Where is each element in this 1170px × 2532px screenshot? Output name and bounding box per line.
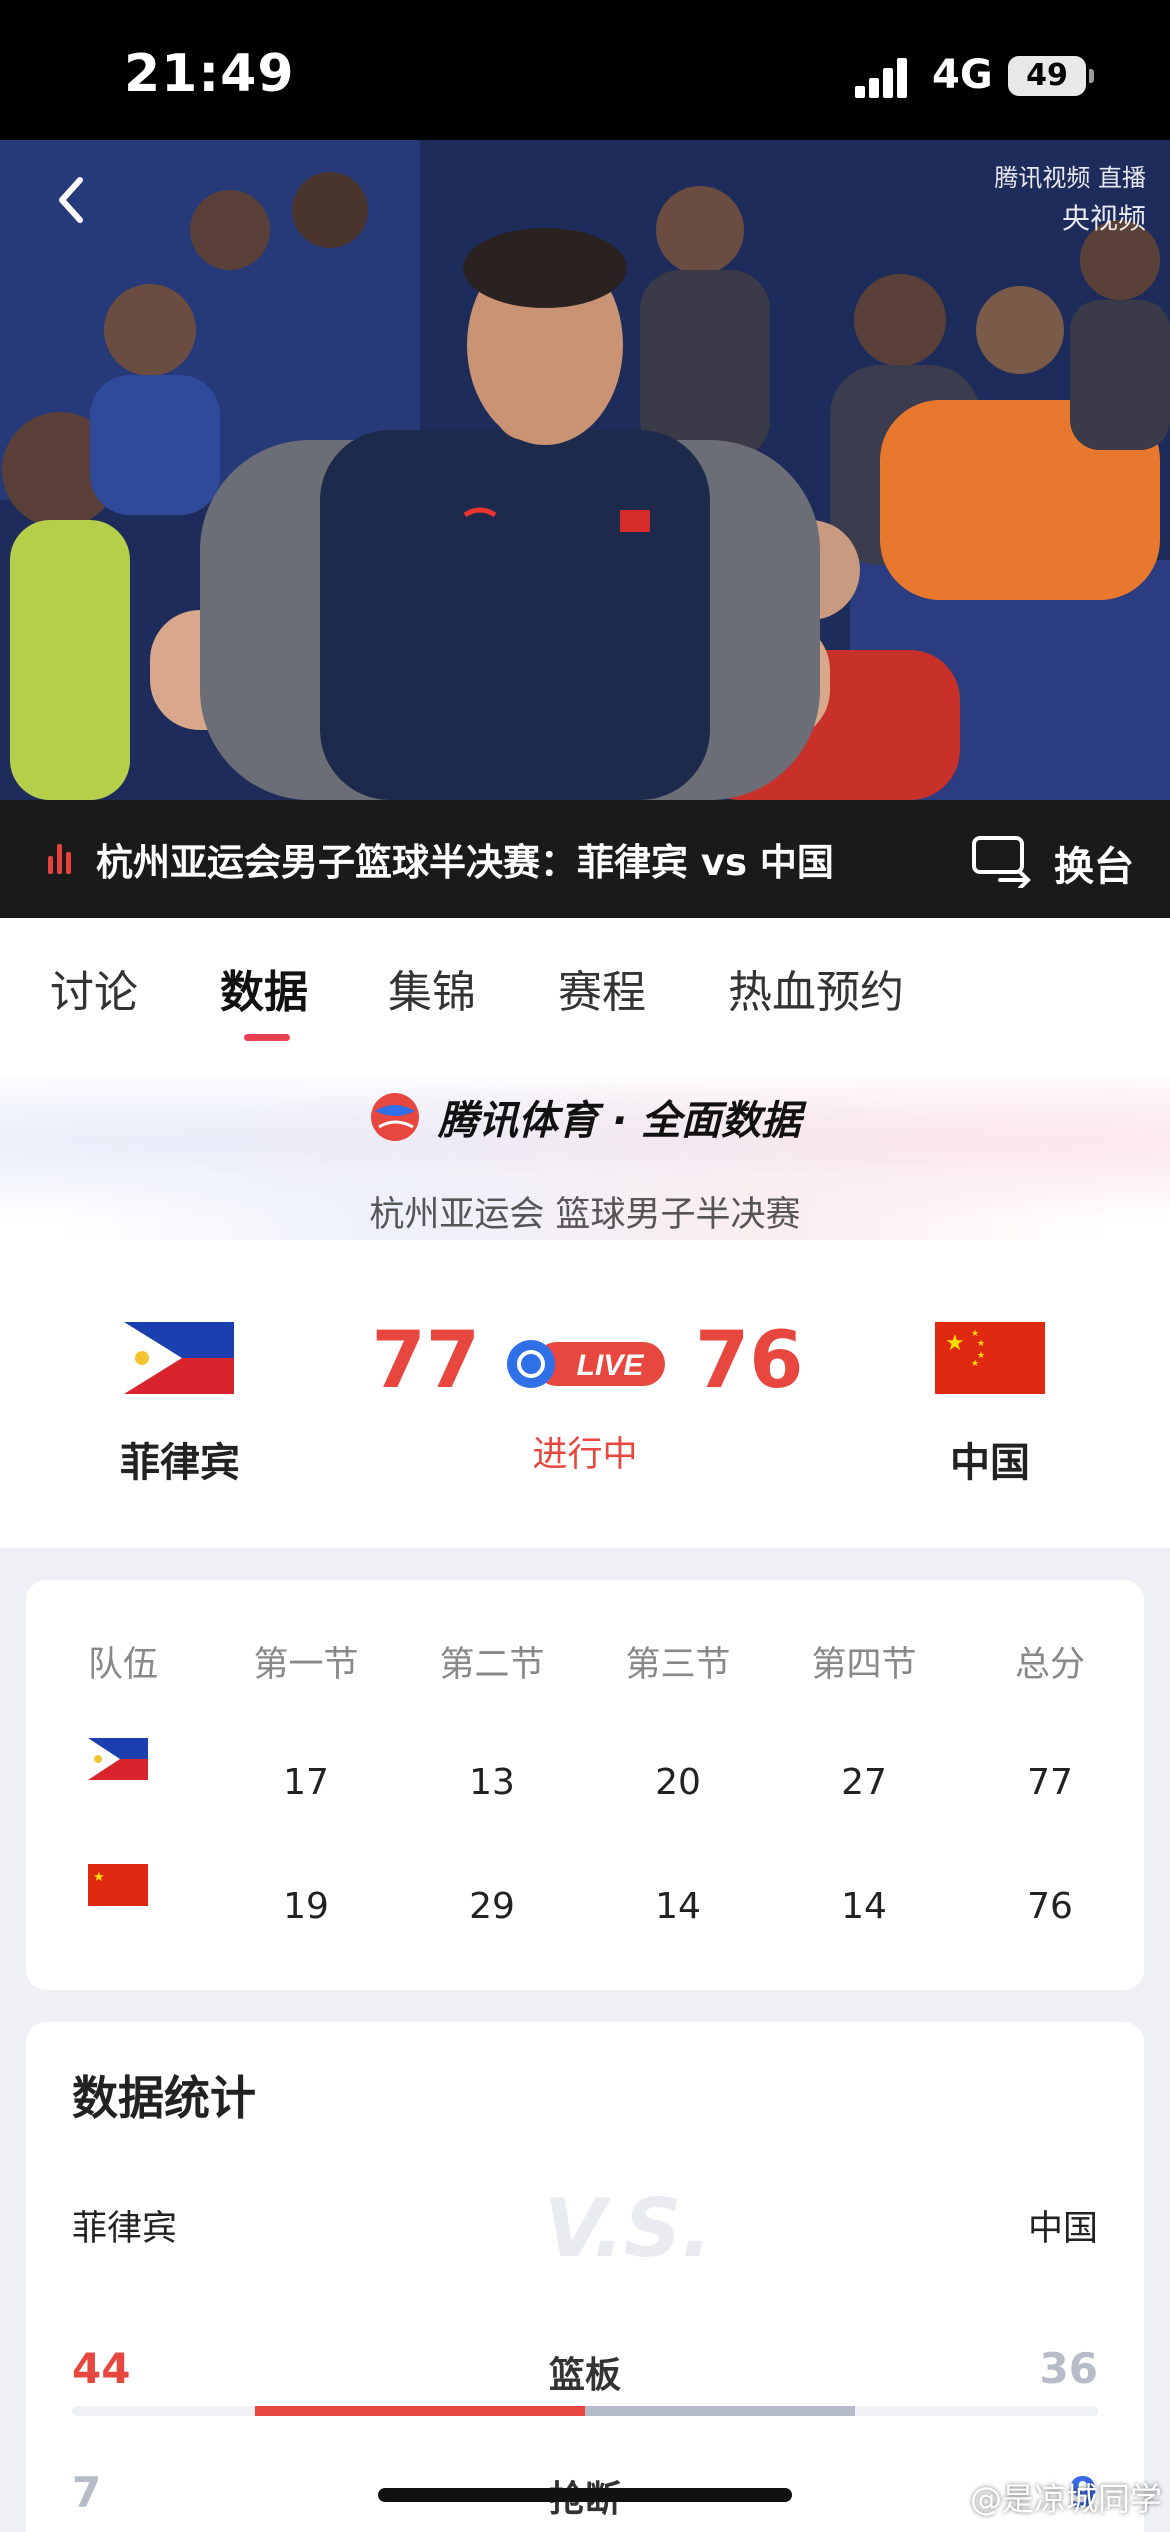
tab-schedule[interactable]: 赛程: [558, 956, 646, 1020]
vs-watermark: V.S.: [544, 2182, 712, 2275]
broadcaster-logo: 腾讯视频 直播 央视频: [946, 158, 1146, 237]
video-frame-image: [0, 140, 1170, 800]
stats-title: 数据统计: [72, 2071, 256, 2125]
stats-team-right: 中国: [1027, 2209, 1098, 2249]
ph-q3: 20: [655, 1762, 701, 1803]
ph-q4: 27: [841, 1762, 887, 1803]
home-indicator[interactable]: [378, 2488, 792, 2502]
cctv-video-logo: 央视频: [1061, 202, 1146, 235]
philippines-flag-icon: [124, 1322, 234, 1394]
live-title-bar: 杭州亚运会男子篮球半决赛：菲律宾 vs 中国 换台: [0, 800, 1170, 918]
status-time: 21:49: [124, 44, 295, 104]
cn-q2: 29: [469, 1886, 515, 1927]
cn-q4: 14: [841, 1886, 887, 1927]
weibo-watermark: @是凉城同学: [969, 2480, 1162, 2518]
back-arrow-icon[interactable]: [44, 170, 104, 230]
tencent-sports-logo-icon: [370, 1093, 419, 1141]
live-title: 杭州亚运会男子篮球半决赛：菲律宾 vs 中国: [96, 841, 834, 884]
live-badge: LIVE: [507, 1340, 665, 1388]
battery-icon: 49: [1008, 56, 1094, 96]
battery-level: 49: [1026, 58, 1068, 93]
ph-total: 77: [1027, 1762, 1073, 1803]
switch-channel-icon: [972, 836, 1031, 888]
match-header: 腾讯体育 · 全面数据 杭州亚运会 篮球男子半决赛 菲律宾 77 LIVE 76…: [0, 1048, 1170, 1548]
stats-team-left: 菲律宾: [72, 2209, 178, 2249]
tab-reservation[interactable]: 热血预约: [728, 956, 904, 1020]
score-right: 76: [695, 1316, 804, 1406]
rebounds-bar: [72, 2406, 1098, 2416]
team-right-name: 中国: [950, 1440, 1030, 1486]
cn-total: 76: [1027, 1886, 1073, 1927]
brand-title: 腾讯体育 · 全面数据: [438, 1098, 802, 1144]
tab-highlights[interactable]: 集锦: [388, 956, 476, 1020]
video-player[interactable]: 腾讯视频 直播 央视频: [0, 140, 1170, 800]
network-type: 4G: [932, 52, 993, 98]
switch-channel-label: 换台: [1054, 844, 1134, 890]
svg-text:★: ★: [945, 1331, 965, 1356]
rebounds-bar-left: [254, 2406, 585, 2416]
cn-q3: 14: [655, 1886, 701, 1927]
team-stats-card: 数据统计 菲律宾 V.S. 中国 44 篮板 36 7 抢断 9: [26, 2022, 1144, 2532]
tab-discussion[interactable]: 讨论: [50, 956, 138, 1020]
china-flag-icon: ★: [88, 1864, 148, 1906]
live-equalizer-icon: [48, 844, 74, 874]
rebounds-right: 36: [1039, 2344, 1098, 2393]
match-subtitle: 杭州亚运会 篮球男子半决赛: [369, 1195, 801, 1235]
brand-row: 腾讯体育 · 全面数据: [0, 1088, 1170, 1146]
score-left: 77: [371, 1316, 480, 1406]
svg-text:★: ★: [93, 1870, 105, 1885]
switch-channel-button[interactable]: 换台: [970, 826, 1150, 890]
tencent-video-logo: 腾讯视频 直播: [994, 164, 1146, 192]
cn-q1: 19: [283, 1886, 329, 1927]
header-team: 队伍: [87, 1645, 158, 1685]
ph-q1: 17: [283, 1762, 329, 1803]
tab-bar: 讨论 数据 集锦 赛程 热血预约: [0, 918, 1170, 1048]
svg-text:★: ★: [977, 1339, 985, 1349]
status-bar: 21:49 4G 49: [0, 0, 1170, 140]
svg-text:★: ★: [971, 1359, 979, 1369]
ph-q2: 13: [469, 1762, 515, 1803]
header-total: 总分: [1014, 1645, 1085, 1685]
quarter-scores-card: 队伍 第一节 第二节 第三节 第四节 总分 17 13 20 27 77 ★ 1…: [26, 1580, 1144, 1990]
philippines-flag-icon: [88, 1738, 148, 1780]
active-tab-indicator: [244, 1034, 290, 1041]
rebounds-bar-right: [585, 2406, 856, 2416]
header-q3: 第三节: [625, 1645, 731, 1685]
live-badge-label: LIVE: [577, 1349, 645, 1382]
rebounds-label: 篮板: [548, 2355, 621, 2396]
tab-data[interactable]: 数据: [220, 956, 308, 1020]
svg-text:★: ★: [971, 1329, 979, 1339]
header-q1: 第一节: [253, 1645, 359, 1685]
china-flag-icon: ★ ★ ★ ★ ★: [935, 1322, 1045, 1394]
cellular-signal-icon: [855, 58, 915, 98]
header-q4: 第四节: [811, 1645, 917, 1685]
header-q2: 第二节: [439, 1645, 545, 1685]
